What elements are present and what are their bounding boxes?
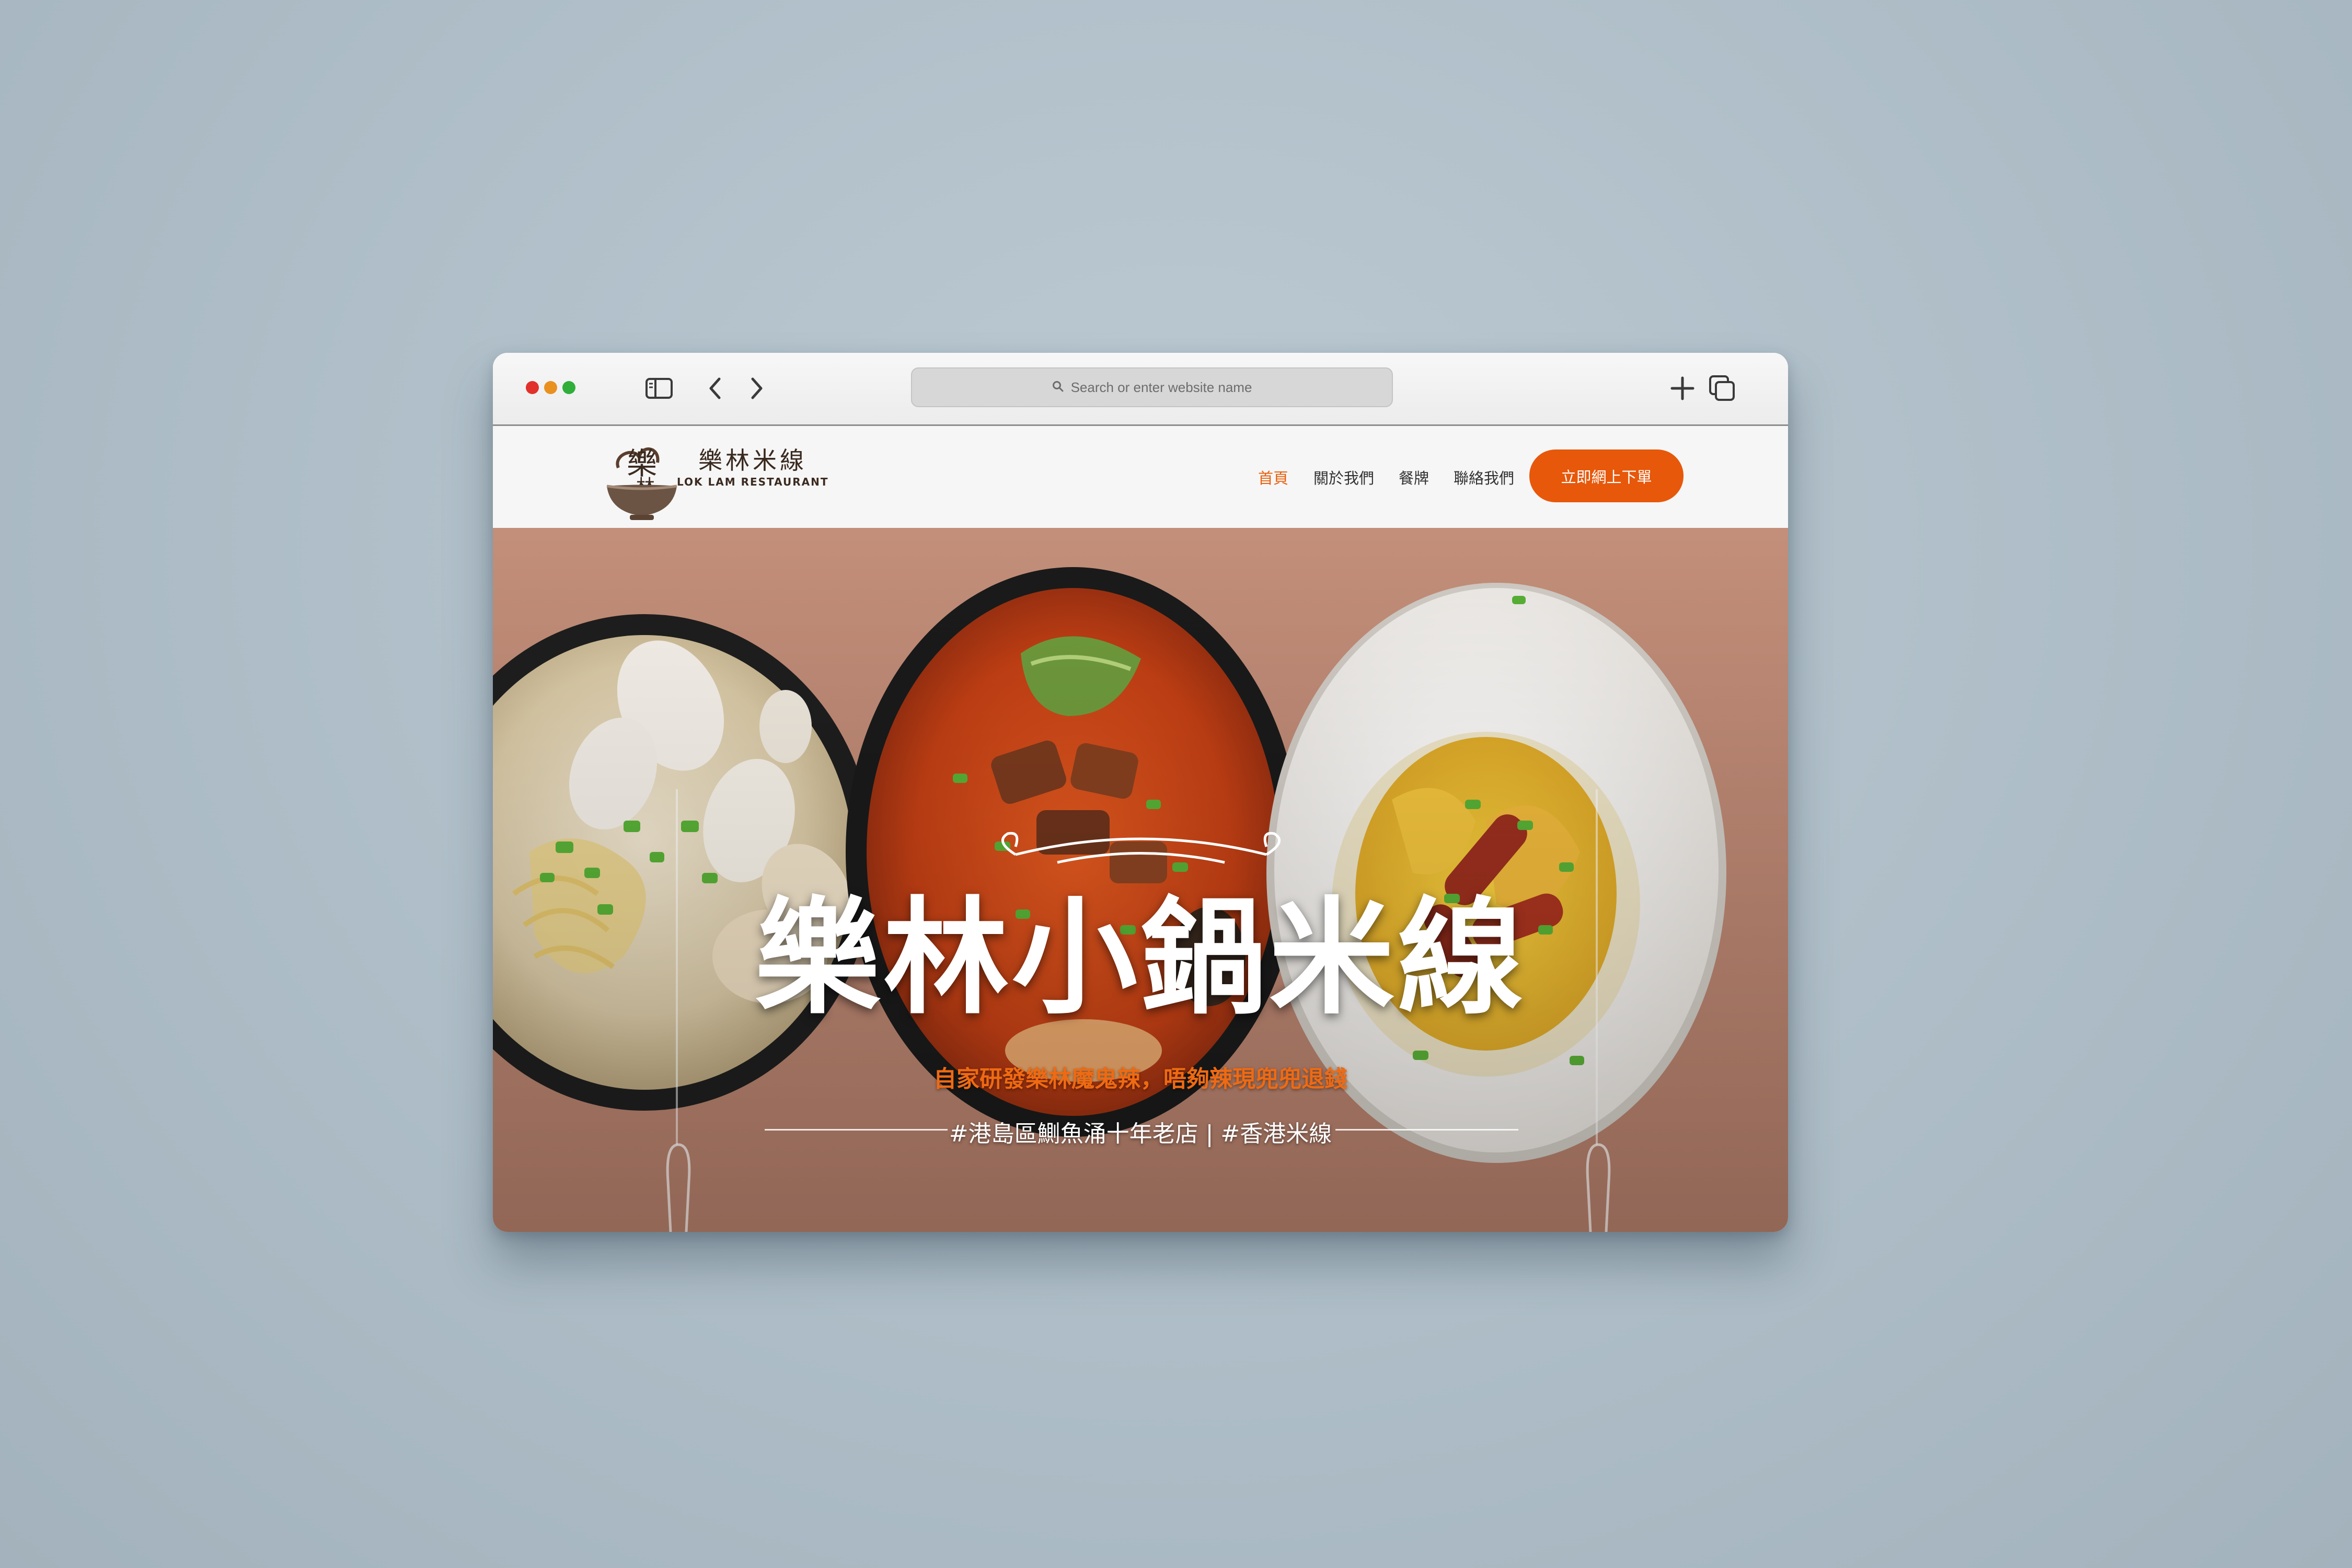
nav-menu[interactable]: 餐牌: [1399, 426, 1429, 528]
new-tab-icon[interactable]: [1668, 374, 1697, 403]
browser-toolbar: Search or enter website name: [493, 353, 1788, 426]
close-window-button[interactable]: [526, 381, 539, 394]
address-placeholder: Search or enter website name: [1070, 379, 1252, 395]
hero-title: 樂林小鍋米線: [754, 885, 1526, 1031]
nav-contact-us[interactable]: 聯絡我們: [1454, 426, 1514, 528]
brand-name-english: LOK LAM RESTAURANT: [677, 476, 829, 488]
site-header: 樂 林 樂林米線 LOK LAM RESTAURANT 首頁 關於我們 餐牌 聯…: [493, 426, 1788, 528]
hero-hashtags: #港島區鰂魚涌十年老店 | #香港米線: [949, 1121, 1332, 1147]
minimize-window-button[interactable]: [544, 381, 557, 394]
nav-about-us[interactable]: 關於我們: [1313, 426, 1374, 528]
order-online-button[interactable]: 立即網上下單: [1529, 449, 1684, 502]
sidebar-icon[interactable]: [643, 374, 675, 403]
restaurant-logo[interactable]: 樂 林: [603, 426, 681, 528]
address-bar[interactable]: Search or enter website name: [911, 367, 1393, 407]
forward-icon[interactable]: [746, 374, 767, 403]
noodle-bowl-logo-icon: 樂 林: [606, 446, 677, 520]
hero-banner: 樂林小鍋米線 自家研發樂林魔鬼辣，唔夠辣現兜兜退錢 #港島區鰂魚涌十年老店 | …: [493, 528, 1788, 1232]
search-icon: [1052, 379, 1064, 396]
browser-window: Search or enter website name 樂 林 樂林米線 LO…: [493, 353, 1788, 1232]
brand-name-chinese: 樂林米線: [698, 446, 807, 475]
hero-subtitle: 自家研發樂林魔鬼辣，唔夠辣現兜兜退錢: [933, 1066, 1347, 1092]
back-icon[interactable]: [705, 374, 725, 403]
nav-home[interactable]: 首頁: [1258, 426, 1288, 528]
zoom-window-button[interactable]: [562, 381, 575, 394]
tabs-icon[interactable]: [1707, 374, 1738, 403]
